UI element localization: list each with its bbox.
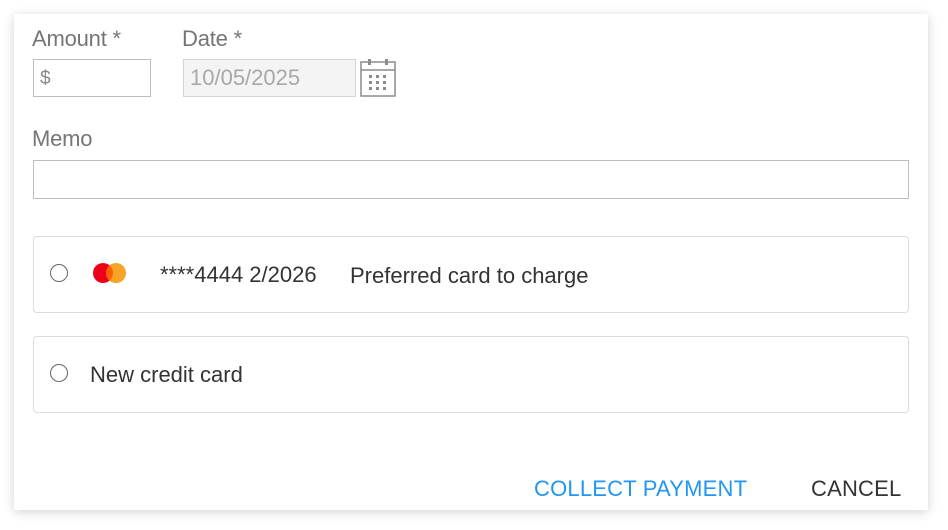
new-card-option[interactable]: New credit card	[33, 336, 909, 413]
amount-field[interactable]: $	[33, 59, 151, 97]
date-input[interactable]	[183, 59, 356, 97]
calendar-icon	[360, 59, 396, 97]
mastercard-icon	[93, 263, 126, 283]
memo-input[interactable]	[33, 160, 909, 199]
card-number: ****4444 2/2026	[160, 262, 317, 287]
cancel-button[interactable]: CANCEL	[811, 476, 901, 502]
saved-card-radio[interactable]	[50, 264, 68, 282]
saved-card-option[interactable]: ****4444 2/2026 Preferred card to charge	[33, 236, 909, 313]
amount-input[interactable]	[56, 60, 148, 96]
date-label: Date *	[182, 26, 242, 51]
calendar-button[interactable]	[360, 59, 396, 97]
currency-prefix: $	[40, 68, 51, 89]
new-card-radio[interactable]	[50, 364, 68, 382]
collect-payment-button[interactable]: COLLECT PAYMENT	[534, 476, 747, 502]
card-note: Preferred card to charge	[350, 263, 589, 288]
amount-label: Amount *	[32, 26, 121, 51]
payment-dialog: Amount * Date * $ Memo ****4444 2/2026	[14, 14, 928, 510]
new-card-label: New credit card	[90, 362, 243, 387]
memo-label: Memo	[32, 126, 93, 151]
